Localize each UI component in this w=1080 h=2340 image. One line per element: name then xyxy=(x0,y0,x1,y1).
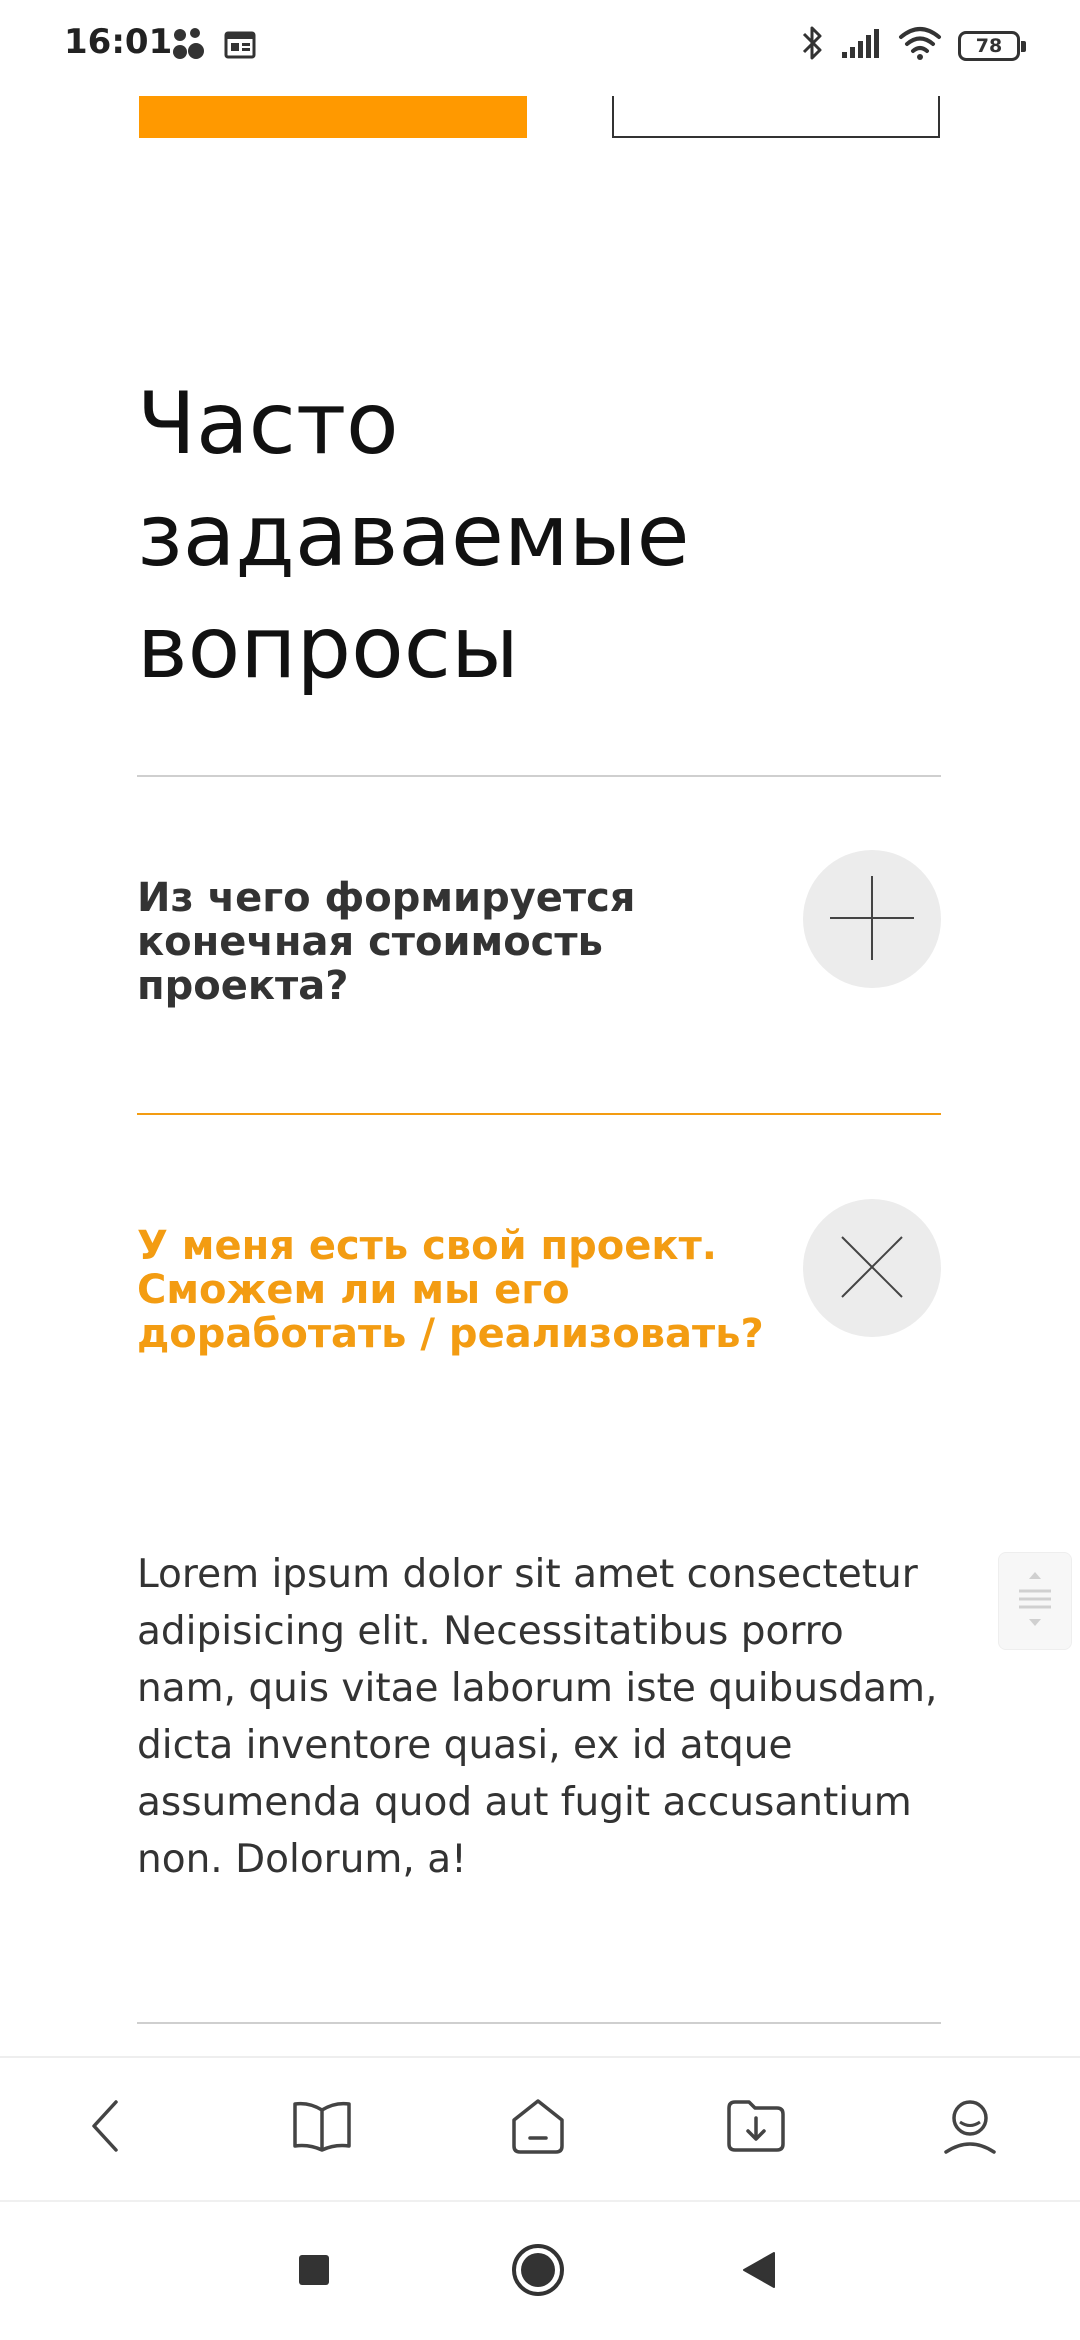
close-icon xyxy=(832,1227,912,1310)
recents-icon xyxy=(297,2253,331,2292)
status-notification-icons xyxy=(170,26,256,67)
assistant-icon xyxy=(170,26,206,67)
home-icon xyxy=(508,2096,568,2161)
battery-indicator: 78 xyxy=(958,30,1026,61)
downloads-icon xyxy=(725,2098,787,2159)
home-button[interactable] xyxy=(488,2078,588,2178)
back-triangle-icon xyxy=(738,2249,778,2296)
status-bar: 16:01 78 xyxy=(0,0,1080,96)
profile-icon xyxy=(940,2096,1000,2161)
bookmarks-icon xyxy=(291,2098,353,2159)
faq-question[interactable]: Из чего формируется конечная стоимость п… xyxy=(137,876,797,1008)
status-system-icons: 78 xyxy=(800,24,1026,67)
faq-divider-active xyxy=(137,1113,941,1115)
system-nav-bar xyxy=(0,2200,1080,2340)
bookmarks-button[interactable] xyxy=(272,2078,372,2178)
back-icon xyxy=(86,2096,126,2161)
faq-title: Часто задаваемые вопросы xyxy=(137,374,690,698)
calendar-icon xyxy=(224,29,256,64)
profile-button[interactable] xyxy=(920,2078,1020,2178)
signal-icon xyxy=(840,26,882,65)
faq-answer: Lorem ipsum dolor sit amet consectetur a… xyxy=(137,1552,938,1882)
browser-back-button[interactable] xyxy=(56,2078,156,2178)
faq-question-active[interactable]: У меня есть свой проект. Сможем ли мы ег… xyxy=(137,1224,797,1356)
faq-expand-button[interactable] xyxy=(803,850,941,988)
faq-collapse-button[interactable] xyxy=(803,1199,941,1337)
system-back-button[interactable] xyxy=(708,2222,808,2322)
bluetooth-icon xyxy=(800,24,824,67)
status-time: 16:01 xyxy=(64,22,173,62)
system-home-button[interactable] xyxy=(488,2222,588,2322)
downloads-button[interactable] xyxy=(706,2078,806,2178)
plus-icon xyxy=(827,873,917,966)
faq-divider xyxy=(137,775,941,777)
faq-divider xyxy=(137,2022,941,2024)
recents-button[interactable] xyxy=(264,2222,364,2322)
wifi-icon xyxy=(898,25,942,66)
home-circle-icon xyxy=(510,2242,566,2303)
scroll-handle[interactable] xyxy=(998,1552,1072,1650)
browser-toolbar xyxy=(0,2056,1080,2200)
scroll-handle-icon xyxy=(1015,1569,1055,1634)
